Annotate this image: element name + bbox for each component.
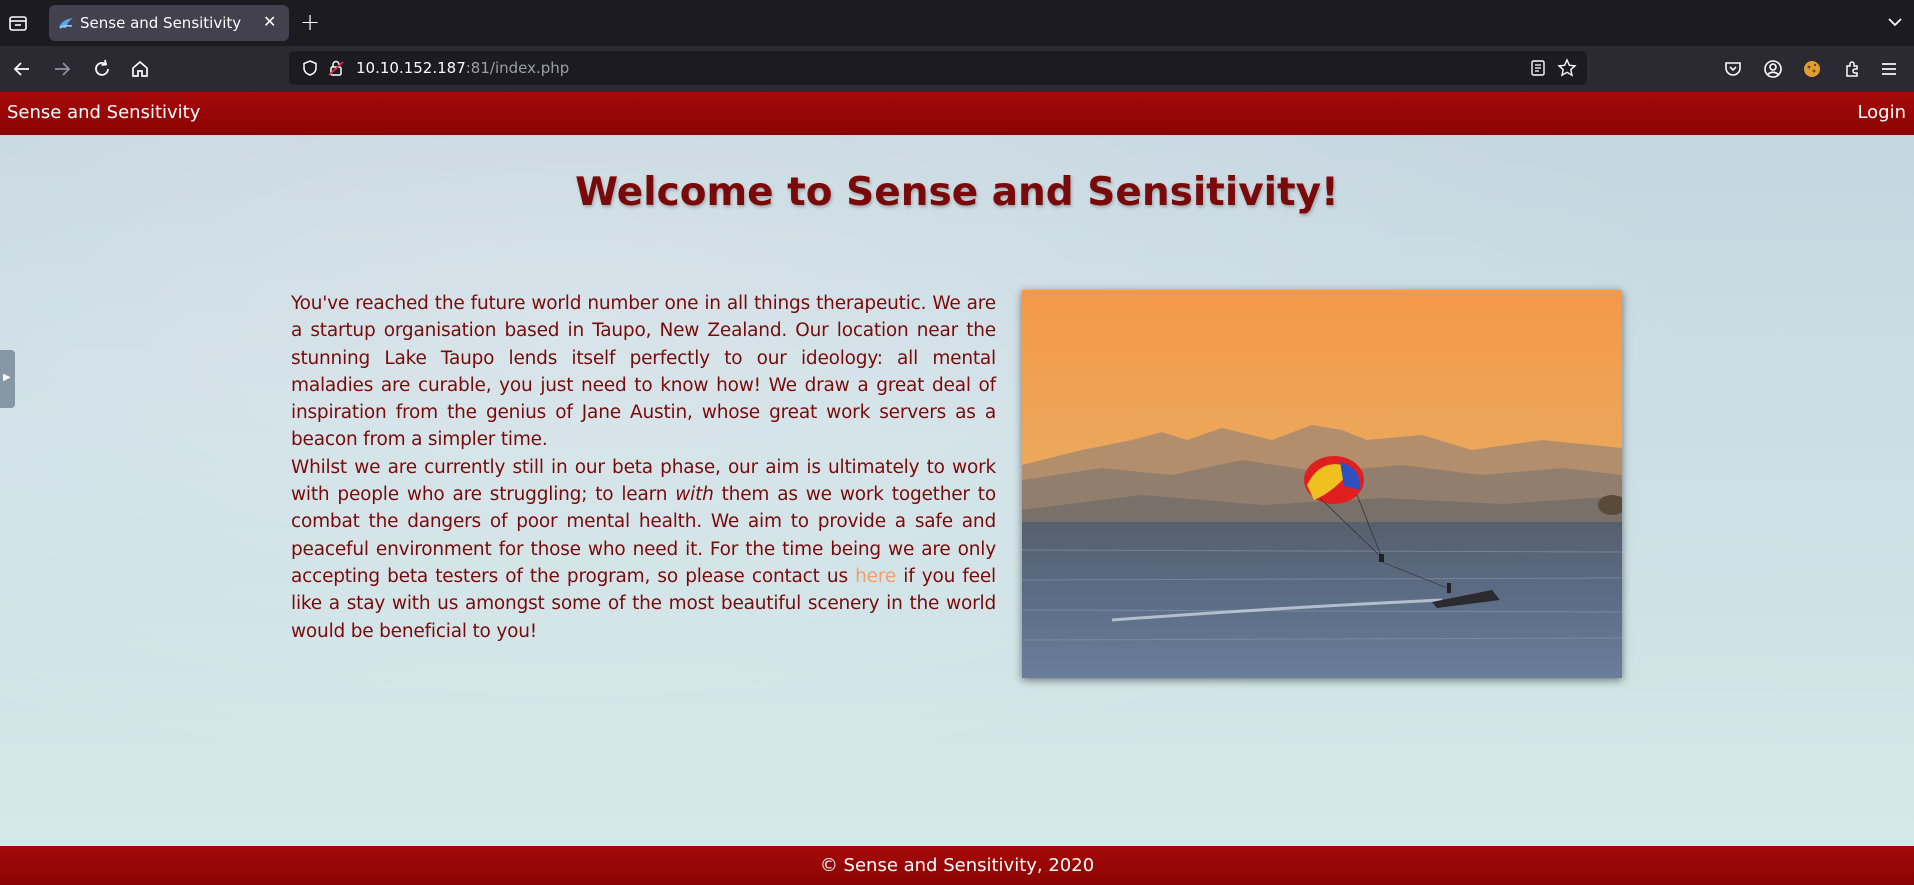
site-header: Sense and Sensitivity Login bbox=[0, 92, 1914, 135]
address-bar[interactable]: 10.10.152.187:81/index.php bbox=[289, 51, 1587, 85]
tab-title: Sense and Sensitivity bbox=[80, 14, 242, 32]
caret-right-icon: ▶ bbox=[3, 372, 11, 383]
intro-text: You've reached the future world number o… bbox=[291, 290, 996, 645]
shield-icon[interactable] bbox=[301, 59, 319, 77]
site-favicon-icon bbox=[59, 18, 73, 29]
site-brand[interactable]: Sense and Sensitivity bbox=[7, 102, 200, 123]
url-host: 10.10.152.187 bbox=[356, 59, 466, 77]
intro-emphasis: with bbox=[675, 484, 714, 506]
reader-view-icon[interactable] bbox=[1529, 59, 1547, 77]
browser-tabbar: Sense and Sensitivity ✕ + bbox=[0, 0, 1914, 46]
sidebar-toggle[interactable]: ▶ bbox=[0, 350, 15, 408]
browser-tab[interactable]: Sense and Sensitivity ✕ bbox=[49, 5, 289, 41]
new-tab-icon[interactable]: + bbox=[300, 8, 320, 36]
intro-paragraph-1: You've reached the future world number o… bbox=[291, 293, 996, 451]
pocket-icon[interactable] bbox=[1722, 58, 1744, 80]
login-link[interactable]: Login bbox=[1857, 102, 1906, 123]
tab-close-icon[interactable]: ✕ bbox=[263, 14, 276, 30]
extensions-icon[interactable] bbox=[1841, 58, 1863, 80]
browser-navbar: 10.10.152.187:81/index.php bbox=[0, 46, 1914, 92]
bookmark-star-icon[interactable] bbox=[1557, 58, 1577, 78]
back-icon[interactable] bbox=[10, 57, 34, 81]
contact-link[interactable]: here bbox=[855, 566, 896, 587]
url-path: :81/index.php bbox=[465, 59, 570, 77]
url-text[interactable]: 10.10.152.187:81/index.php bbox=[356, 59, 569, 77]
tab-list-icon[interactable] bbox=[7, 12, 29, 34]
chevron-down-icon[interactable] bbox=[1886, 13, 1904, 31]
reload-icon[interactable] bbox=[90, 57, 114, 81]
insecure-lock-icon[interactable] bbox=[327, 59, 345, 77]
copyright-text: © Sense and Sensitivity, 2020 bbox=[819, 855, 1095, 876]
account-icon[interactable] bbox=[1762, 58, 1784, 80]
intro-paragraph-2: Whilst we are currently still in our bet… bbox=[291, 454, 996, 645]
menu-icon[interactable] bbox=[1878, 58, 1900, 80]
lake-parasailing-photo bbox=[1022, 290, 1622, 678]
site-footer: © Sense and Sensitivity, 2020 bbox=[0, 846, 1914, 885]
forward-icon[interactable] bbox=[50, 57, 74, 81]
page-title: Welcome to Sense and Sensitivity! bbox=[575, 170, 1339, 215]
home-icon[interactable] bbox=[128, 57, 152, 81]
cookie-extension-icon[interactable] bbox=[1801, 58, 1823, 80]
web-page: Sense and Sensitivity Login ▶ Welcome to… bbox=[0, 92, 1914, 885]
